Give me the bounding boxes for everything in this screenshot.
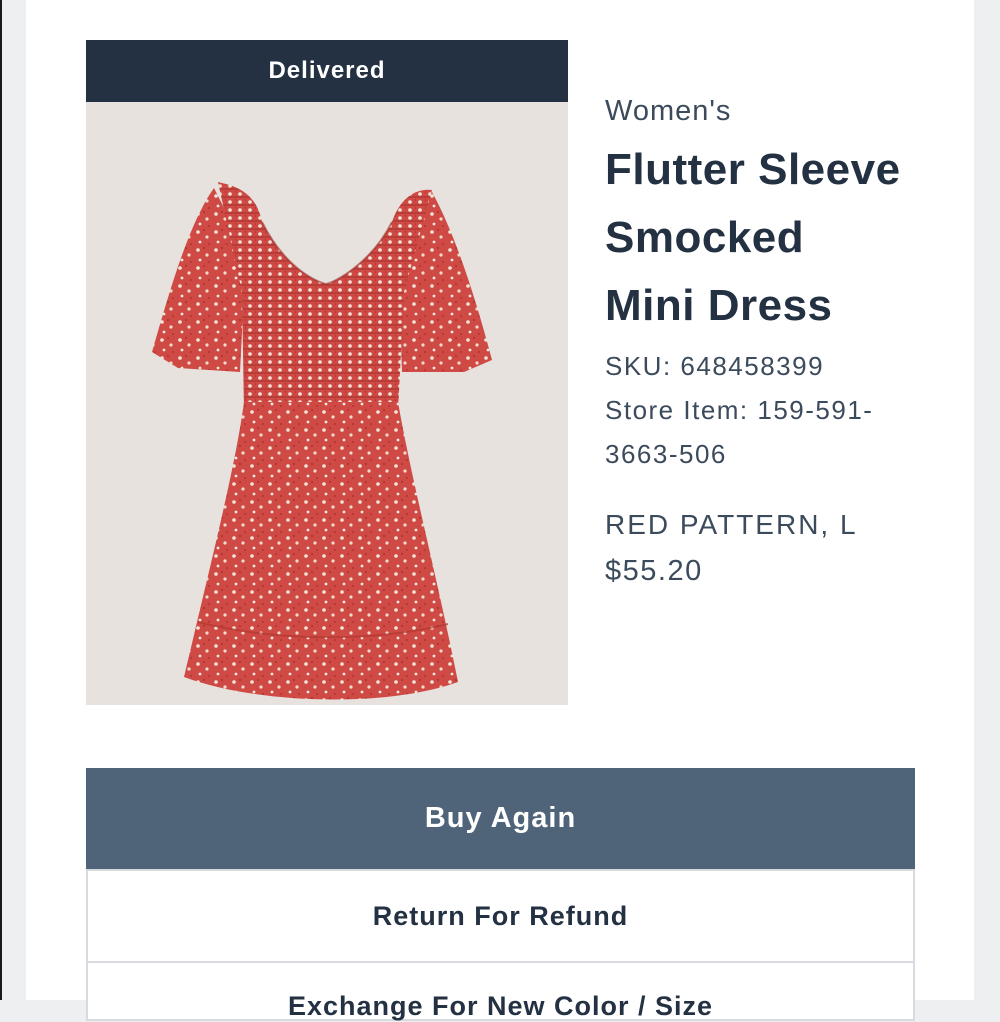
delivered-status-banner: Delivered <box>86 40 568 102</box>
product-image[interactable]: Delivered <box>86 40 568 705</box>
title-line: Smocked <box>605 213 805 262</box>
product-sku: SKU: 648458399 <box>605 351 825 381</box>
title-line: Flutter Sleeve <box>605 145 901 194</box>
product-title[interactable]: Flutter Sleeve Smocked Mini Dress <box>605 136 965 340</box>
buy-again-button[interactable]: Buy Again <box>86 768 915 869</box>
product-category: Women's <box>605 95 732 127</box>
window-edge <box>0 0 2 1000</box>
exchange-button[interactable]: Exchange For New Color / Size <box>86 961 915 1021</box>
dress-bodice <box>218 182 432 412</box>
product-info: Women's Flutter Sleeve Smocked Mini Dres… <box>605 95 965 594</box>
store-item-line: 3663-506 <box>605 439 727 469</box>
store-item-line: Store Item: 159-591- <box>605 395 874 425</box>
product-variant: RED PATTERN, L <box>605 509 858 540</box>
dress-photo-icon <box>152 182 492 700</box>
product-price: $55.20 <box>605 555 703 587</box>
order-item-card: Delivered Women's Flutter Sleeve Smocked… <box>26 0 974 1021</box>
return-for-refund-button[interactable]: Return For Refund <box>86 869 915 963</box>
title-line: Mini Dress <box>605 281 833 330</box>
store-item-number: Store Item: 159-591- 3663-506 <box>605 388 965 476</box>
page-gutter <box>974 0 1000 1000</box>
dress-skirt <box>184 402 458 700</box>
